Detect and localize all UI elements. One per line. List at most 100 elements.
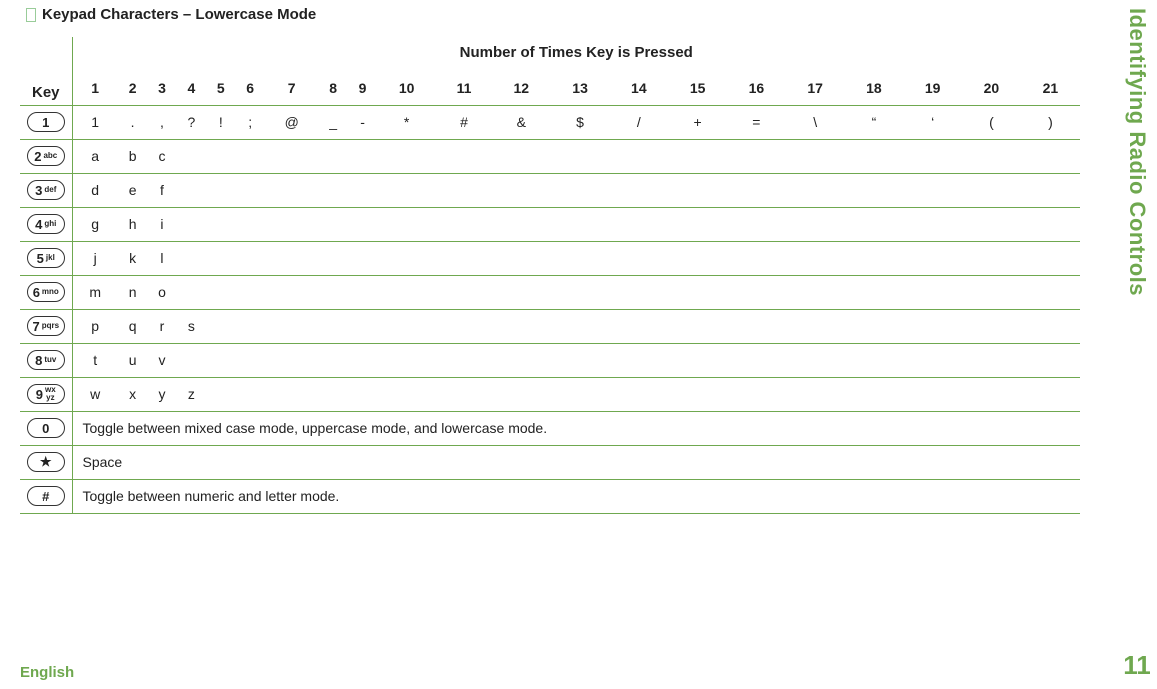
col-h: 6 — [235, 71, 264, 105]
keypad-7-icon: 7pqrs — [27, 316, 65, 336]
table-row: 8tuv tuv — [20, 343, 1080, 377]
keypad-9-icon: 9wxyz — [27, 384, 65, 404]
cell: v — [147, 343, 176, 377]
cell: t — [72, 343, 118, 377]
cell: ‘ — [903, 105, 962, 139]
cell: u — [118, 343, 147, 377]
cell: - — [348, 105, 377, 139]
cell: @ — [265, 105, 319, 139]
col-h: 12 — [492, 71, 551, 105]
keypad-6-icon: 6mno — [27, 282, 65, 302]
col-h: 8 — [318, 71, 347, 105]
cell: p — [72, 309, 118, 343]
col-h: 4 — [177, 71, 206, 105]
cell: r — [147, 309, 176, 343]
cell: c — [147, 139, 176, 173]
cell: . — [118, 105, 147, 139]
keypad-5-icon: 5jkl — [27, 248, 65, 268]
cell: $ — [551, 105, 610, 139]
keypad-star-icon: ★ — [27, 452, 65, 472]
side-section-label: Identifying Radio Controls — [1124, 8, 1150, 296]
cell: ? — [177, 105, 206, 139]
section-title-text: Keypad Characters – Lowercase Mode — [42, 6, 316, 23]
note-star: Space — [72, 445, 1080, 479]
cell: a — [72, 139, 118, 173]
cell: h — [118, 207, 147, 241]
cell: k — [118, 241, 147, 275]
table-row: 4ghi ghi — [20, 207, 1080, 241]
title-marker-icon — [26, 8, 36, 22]
col-h: 11 — [436, 71, 492, 105]
cell: # — [436, 105, 492, 139]
table-row: 3def def — [20, 173, 1080, 207]
cell: m — [72, 275, 118, 309]
keypad-table: Key Number of Times Key is Pressed 1 2 3… — [20, 37, 1080, 514]
table-row: 9wxyz wxyz — [20, 377, 1080, 411]
note-0: Toggle between mixed case mode, uppercas… — [72, 411, 1080, 445]
cell: g — [72, 207, 118, 241]
cell: + — [668, 105, 727, 139]
keypad-0-icon: 0 — [27, 418, 65, 438]
page-number: 11 — [1123, 650, 1151, 681]
cell: q — [118, 309, 147, 343]
table-row: ★ Space — [20, 445, 1080, 479]
keypad-2-icon: 2abc — [27, 146, 65, 166]
col-h: 21 — [1021, 71, 1080, 105]
col-h: 13 — [551, 71, 610, 105]
key-header: Key — [32, 84, 60, 101]
col-h: 15 — [668, 71, 727, 105]
cell: s — [177, 309, 206, 343]
cell: j — [72, 241, 118, 275]
language-label: English — [20, 664, 74, 681]
col-h: 19 — [903, 71, 962, 105]
cell: w — [72, 377, 118, 411]
cell: d — [72, 173, 118, 207]
cell: n — [118, 275, 147, 309]
cell: ! — [206, 105, 235, 139]
table-row: 0 Toggle between mixed case mode, upperc… — [20, 411, 1080, 445]
cell: b — [118, 139, 147, 173]
cell: i — [147, 207, 176, 241]
super-header: Number of Times Key is Pressed — [72, 37, 1080, 71]
keypad-3-icon: 3def — [27, 180, 65, 200]
cell: ) — [1021, 105, 1080, 139]
col-h: 1 — [72, 71, 118, 105]
cell: _ — [318, 105, 347, 139]
col-h: 3 — [147, 71, 176, 105]
keypad-1-icon: 1 — [27, 112, 65, 132]
cell: z — [177, 377, 206, 411]
cell: y — [147, 377, 176, 411]
cell: , — [147, 105, 176, 139]
note-hash: Toggle between numeric and letter mode. — [72, 479, 1080, 513]
table-row: 5jkl jkl — [20, 241, 1080, 275]
table-row: 6mno mno — [20, 275, 1080, 309]
cell: 1 — [72, 105, 118, 139]
table-row: 1 1.,?!;@_-*#&$/+=\“‘() — [20, 105, 1080, 139]
col-h: 18 — [845, 71, 904, 105]
keypad-4-icon: 4ghi — [27, 214, 65, 234]
col-h: 9 — [348, 71, 377, 105]
col-h: 10 — [377, 71, 436, 105]
section-title: Keypad Characters – Lowercase Mode — [26, 6, 1117, 23]
table-row: 7pqrs pqrs — [20, 309, 1080, 343]
cell: f — [147, 173, 176, 207]
col-h: 7 — [265, 71, 319, 105]
col-h: 2 — [118, 71, 147, 105]
cell: \ — [786, 105, 845, 139]
table-row: # Toggle between numeric and letter mode… — [20, 479, 1080, 513]
col-h: 20 — [962, 71, 1021, 105]
col-h: 17 — [786, 71, 845, 105]
table-row: 2abc abc — [20, 139, 1080, 173]
cell: & — [492, 105, 551, 139]
cell: ( — [962, 105, 1021, 139]
cell: = — [727, 105, 786, 139]
cell: “ — [845, 105, 904, 139]
press-count-header-row: 1 2 3 4 5 6 7 8 9 10 11 12 13 14 15 16 1… — [20, 71, 1080, 105]
col-h: 14 — [609, 71, 668, 105]
cell: o — [147, 275, 176, 309]
col-h: 16 — [727, 71, 786, 105]
cell: e — [118, 173, 147, 207]
cell: / — [609, 105, 668, 139]
cell: * — [377, 105, 436, 139]
keypad-8-icon: 8tuv — [27, 350, 65, 370]
